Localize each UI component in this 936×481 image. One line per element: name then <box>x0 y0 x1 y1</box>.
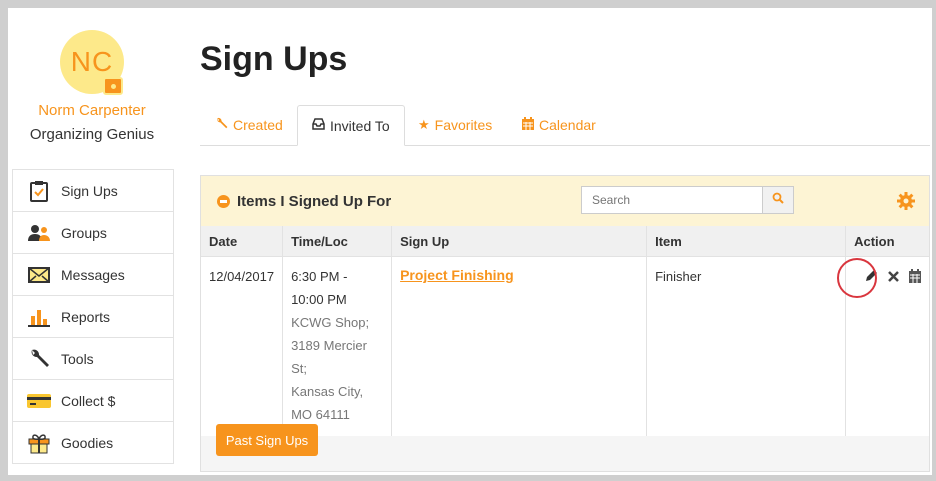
envelope-icon <box>27 264 51 286</box>
column-header-action: Action <box>845 226 929 257</box>
wrench-icon <box>27 348 51 370</box>
sidebar-item-collect[interactable]: Collect $ <box>13 380 173 422</box>
sidebar-item-label: Tools <box>61 350 94 367</box>
panel-title[interactable]: Items I Signed Up For <box>217 193 391 210</box>
user-name[interactable]: Norm Carpenter <box>14 102 170 119</box>
gift-icon <box>27 432 51 454</box>
avatar-initials: NC <box>70 46 114 77</box>
row-time-loc: 6:30 PM - 10:00 PM KCWG Shop; 3189 Merci… <box>282 256 393 436</box>
tab-label: Invited To <box>330 117 390 134</box>
page-title: Sign Ups <box>200 40 348 78</box>
clipboard-icon <box>27 180 51 202</box>
panel-header: Items I Signed Up For <box>201 176 929 226</box>
sidebar-item-label: Messages <box>61 266 125 283</box>
column-header-sign-up[interactable]: Sign Up <box>391 226 648 257</box>
inbox-icon <box>312 118 325 133</box>
sidebar-item-label: Collect $ <box>61 392 116 409</box>
bar-chart-icon <box>27 306 51 328</box>
delete-x-icon[interactable] <box>888 270 899 285</box>
sidebar-item-groups[interactable]: Groups <box>13 212 173 254</box>
sidebar-item-tools[interactable]: Tools <box>13 338 173 380</box>
sidebar-item-label: Reports <box>61 308 111 325</box>
star-icon: ★ <box>418 117 430 132</box>
column-header-time-loc[interactable]: Time/Loc <box>282 226 393 257</box>
signups-table: Date Time/Loc Sign Up Item Action 12/04/… <box>201 226 929 436</box>
row-sign-up: Project Finishing <box>391 256 648 436</box>
past-sign-ups-button[interactable]: Past Sign Ups <box>216 424 318 456</box>
table-row: 12/04/2017 6:30 PM - 10:00 PM KCWG Shop;… <box>201 256 929 436</box>
tab-favorites[interactable]: ★ Favorites <box>418 105 492 145</box>
panel-title-text: Items I Signed Up For <box>237 193 392 210</box>
collapse-icon[interactable] <box>217 195 230 208</box>
sidebar-item-reports[interactable]: Reports <box>13 296 173 338</box>
search-icon <box>772 191 784 209</box>
row-location-line: 3189 Mercier St; <box>291 338 367 376</box>
tab-created[interactable]: Created <box>215 105 283 145</box>
column-header-item[interactable]: Item <box>646 226 847 257</box>
sidebar-item-messages[interactable]: Messages <box>13 254 173 296</box>
sidebar-nav: Sign Ups Groups Messages Reports Tools C… <box>12 169 174 464</box>
row-date: 12/04/2017 <box>201 256 284 436</box>
tab-bar: Created Invited To ★ Favorites Calendar <box>200 105 930 146</box>
calendar-icon <box>522 117 534 133</box>
table-header-row: Date Time/Loc Sign Up Item Action <box>201 226 929 257</box>
sidebar-item-sign-ups[interactable]: Sign Ups <box>13 170 173 212</box>
credit-card-icon <box>27 390 51 412</box>
tab-invited-to[interactable]: Invited To <box>297 105 405 146</box>
row-time: 6:30 PM - 10:00 PM <box>291 269 348 307</box>
sign-up-link[interactable]: Project Finishing <box>400 267 514 283</box>
highlight-ring <box>837 258 877 298</box>
tab-calendar[interactable]: Calendar <box>522 105 596 145</box>
row-item: Finisher <box>646 256 847 436</box>
groups-icon <box>27 222 51 244</box>
sidebar-item-label: Groups <box>61 224 107 241</box>
tab-label: Favorites <box>434 117 493 133</box>
signed-up-panel: Items I Signed Up For Date Time/Loc Sign… <box>200 175 930 472</box>
search-button[interactable] <box>762 186 794 214</box>
wrench-icon <box>215 117 228 133</box>
sidebar-item-goodies[interactable]: Goodies <box>13 422 173 464</box>
sidebar-item-label: Sign Ups <box>61 182 118 199</box>
search-input[interactable] <box>581 186 763 214</box>
row-location-line: Kansas City, <box>291 384 364 399</box>
gear-icon[interactable] <box>897 192 915 210</box>
camera-icon[interactable] <box>103 77 123 95</box>
calendar-add-icon[interactable] <box>909 269 921 286</box>
sidebar-item-label: Goodies <box>61 434 114 451</box>
tab-label: Calendar <box>539 117 596 133</box>
row-location-line: MO 64111 <box>291 407 350 422</box>
tab-label: Created <box>233 117 283 133</box>
column-header-date[interactable]: Date <box>201 226 284 257</box>
user-role: Organizing Genius <box>29 126 155 143</box>
row-location-line: KCWG Shop; <box>291 315 370 330</box>
